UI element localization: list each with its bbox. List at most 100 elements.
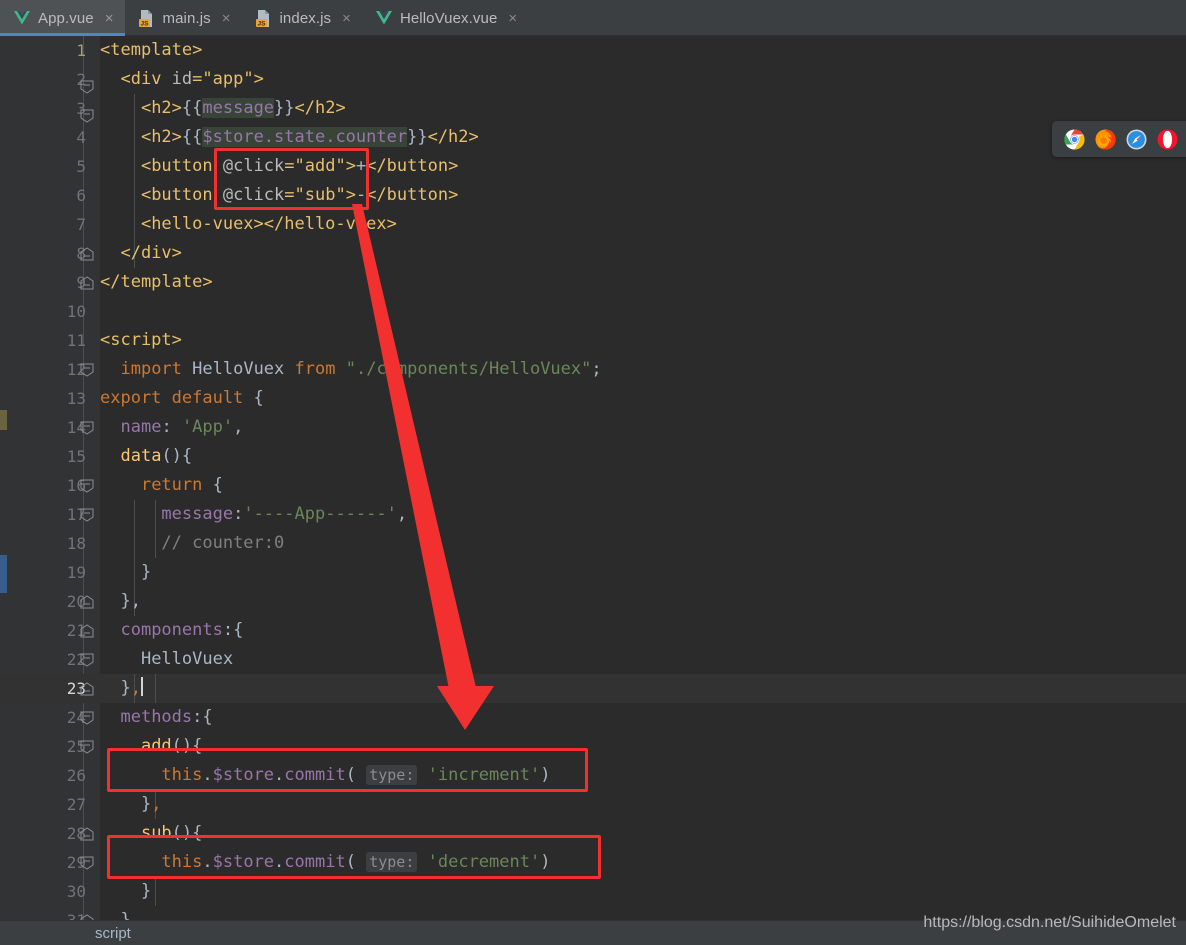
code-line-13[interactable]: export default { <box>100 384 264 413</box>
line-number: 4 <box>76 128 86 147</box>
code-line-7[interactable]: <hello-vuex></hello-vuex> <box>100 210 397 239</box>
line-number: 21 <box>66 621 86 640</box>
tab-label: App.vue <box>38 9 94 27</box>
code-line-12[interactable]: import HelloVuex from "./components/Hell… <box>100 355 601 384</box>
tab-label: main.js <box>162 9 211 27</box>
line-number: 10 <box>66 302 86 321</box>
breadcrumb-script[interactable]: script <box>95 925 131 942</box>
code-editor[interactable]: 1 2 3 4 5 6 7 8 9 10 11 12 13 14 15 16 1… <box>0 36 1186 920</box>
line-number: 7 <box>76 215 86 234</box>
line-number: 28 <box>66 824 86 843</box>
code-line-29[interactable]: this.$store.commit( type: 'decrement') <box>100 848 550 877</box>
code-line-11[interactable]: <script> <box>100 326 182 355</box>
line-number: 29 <box>66 853 86 872</box>
tab-label: index.js <box>279 9 332 27</box>
line-number: 1 <box>76 41 86 60</box>
fold-end-icon[interactable] <box>80 682 94 696</box>
code-line-9[interactable]: </template> <box>100 268 213 297</box>
line-number: 19 <box>66 563 86 582</box>
fold-end-icon[interactable] <box>80 276 94 290</box>
code-line-25[interactable]: add(){ <box>100 732 202 761</box>
line-number: 24 <box>66 708 86 727</box>
line-number: 6 <box>76 186 86 205</box>
line-number: 9 <box>76 273 86 292</box>
code-line-28[interactable]: sub(){ <box>100 819 202 848</box>
code-line-30[interactable]: } <box>100 877 151 906</box>
fold-end-icon[interactable] <box>80 624 94 638</box>
js-file-icon: JS <box>138 9 155 27</box>
code-line-5[interactable]: <button @click="add">+</button> <box>100 152 458 181</box>
code-line-22[interactable]: HelloVuex <box>100 645 233 674</box>
close-icon[interactable]: × <box>222 10 231 27</box>
line-number: 17 <box>66 505 86 524</box>
line-number: 12 <box>66 360 86 379</box>
code-line-17[interactable]: message:'----App------', <box>100 500 407 529</box>
tab-app-vue[interactable]: App.vue × <box>0 0 125 36</box>
fold-collapse-icon[interactable] <box>80 109 94 123</box>
chrome-icon[interactable] <box>1064 129 1085 150</box>
fold-collapse-icon[interactable] <box>80 711 94 725</box>
fold-collapse-icon[interactable] <box>80 80 94 94</box>
firefox-icon[interactable] <box>1095 128 1116 150</box>
code-line-16[interactable]: return { <box>100 471 223 500</box>
line-number: 11 <box>66 331 86 350</box>
fold-collapse-icon[interactable] <box>80 479 94 493</box>
code-line-20[interactable]: }, <box>100 587 141 616</box>
current-line-highlight <box>0 674 1186 703</box>
code-line-4[interactable]: <h2>{{$store.state.counter}}</h2> <box>100 123 479 152</box>
close-icon[interactable]: × <box>105 10 114 27</box>
line-number: 3 <box>76 99 86 118</box>
code-line-6[interactable]: <button @click="sub">-</button> <box>100 181 458 210</box>
line-number: 8 <box>76 244 86 263</box>
line-number: 22 <box>66 650 86 669</box>
fold-collapse-icon[interactable] <box>80 856 94 870</box>
editor-tab-bar: App.vue × JS main.js × JS index.js × Hel… <box>0 0 1186 36</box>
code-line-27[interactable]: }, <box>100 790 162 819</box>
code-line-15[interactable]: data(){ <box>100 442 192 471</box>
fold-collapse-icon[interactable] <box>80 363 94 377</box>
vue-file-icon <box>375 11 392 25</box>
fold-collapse-icon[interactable] <box>80 421 94 435</box>
js-file-icon: JS <box>255 9 272 27</box>
fold-collapse-icon[interactable] <box>80 740 94 754</box>
line-number: 13 <box>66 389 86 408</box>
line-number: 2 <box>76 70 86 89</box>
svg-text:JS: JS <box>140 20 149 27</box>
opera-icon[interactable] <box>1157 129 1178 150</box>
code-line-26[interactable]: this.$store.commit( type: 'increment') <box>100 761 550 790</box>
fold-collapse-icon[interactable] <box>80 508 94 522</box>
line-number: 18 <box>66 534 86 553</box>
safari-icon[interactable] <box>1126 129 1147 150</box>
code-line-23[interactable]: }, <box>100 674 143 703</box>
code-line-1[interactable]: <template> <box>100 36 202 65</box>
watermark: https://blog.csdn.net/SuihideOmelet <box>923 914 1176 931</box>
close-icon[interactable]: × <box>508 10 517 27</box>
code-line-2[interactable]: <div id="app"> <box>100 65 263 94</box>
browser-preview-popup[interactable] <box>1052 121 1186 157</box>
line-number: 20 <box>66 592 86 611</box>
tab-hellovuex-vue[interactable]: HelloVuex.vue × <box>362 0 528 36</box>
code-line-14[interactable]: name: 'App', <box>100 413 243 442</box>
code-line-10[interactable] <box>100 297 110 326</box>
line-number: 25 <box>66 737 86 756</box>
svg-text:JS: JS <box>257 20 266 27</box>
close-icon[interactable]: × <box>342 10 351 27</box>
code-line-31[interactable]: } <box>100 906 130 920</box>
fold-collapse-icon[interactable] <box>80 653 94 667</box>
fold-end-icon[interactable] <box>80 595 94 609</box>
code-line-19[interactable]: } <box>100 558 151 587</box>
code-line-3[interactable]: <h2>{{message}}</h2> <box>100 94 346 123</box>
fold-end-icon[interactable] <box>80 827 94 841</box>
line-number: 27 <box>66 795 86 814</box>
code-line-18[interactable]: // counter:0 <box>100 529 284 558</box>
code-line-24[interactable]: methods:{ <box>100 703 212 732</box>
line-number: 16 <box>66 476 86 495</box>
code-line-8[interactable]: </div> <box>100 239 181 268</box>
line-number: 31 <box>0 906 86 920</box>
tab-index-js[interactable]: JS index.js × <box>242 0 362 36</box>
vue-file-icon <box>14 11 30 25</box>
code-line-21[interactable]: components:{ <box>100 616 243 645</box>
fold-end-icon[interactable] <box>80 247 94 261</box>
line-number: 23 <box>66 679 86 698</box>
tab-main-js[interactable]: JS main.js × <box>125 0 242 36</box>
